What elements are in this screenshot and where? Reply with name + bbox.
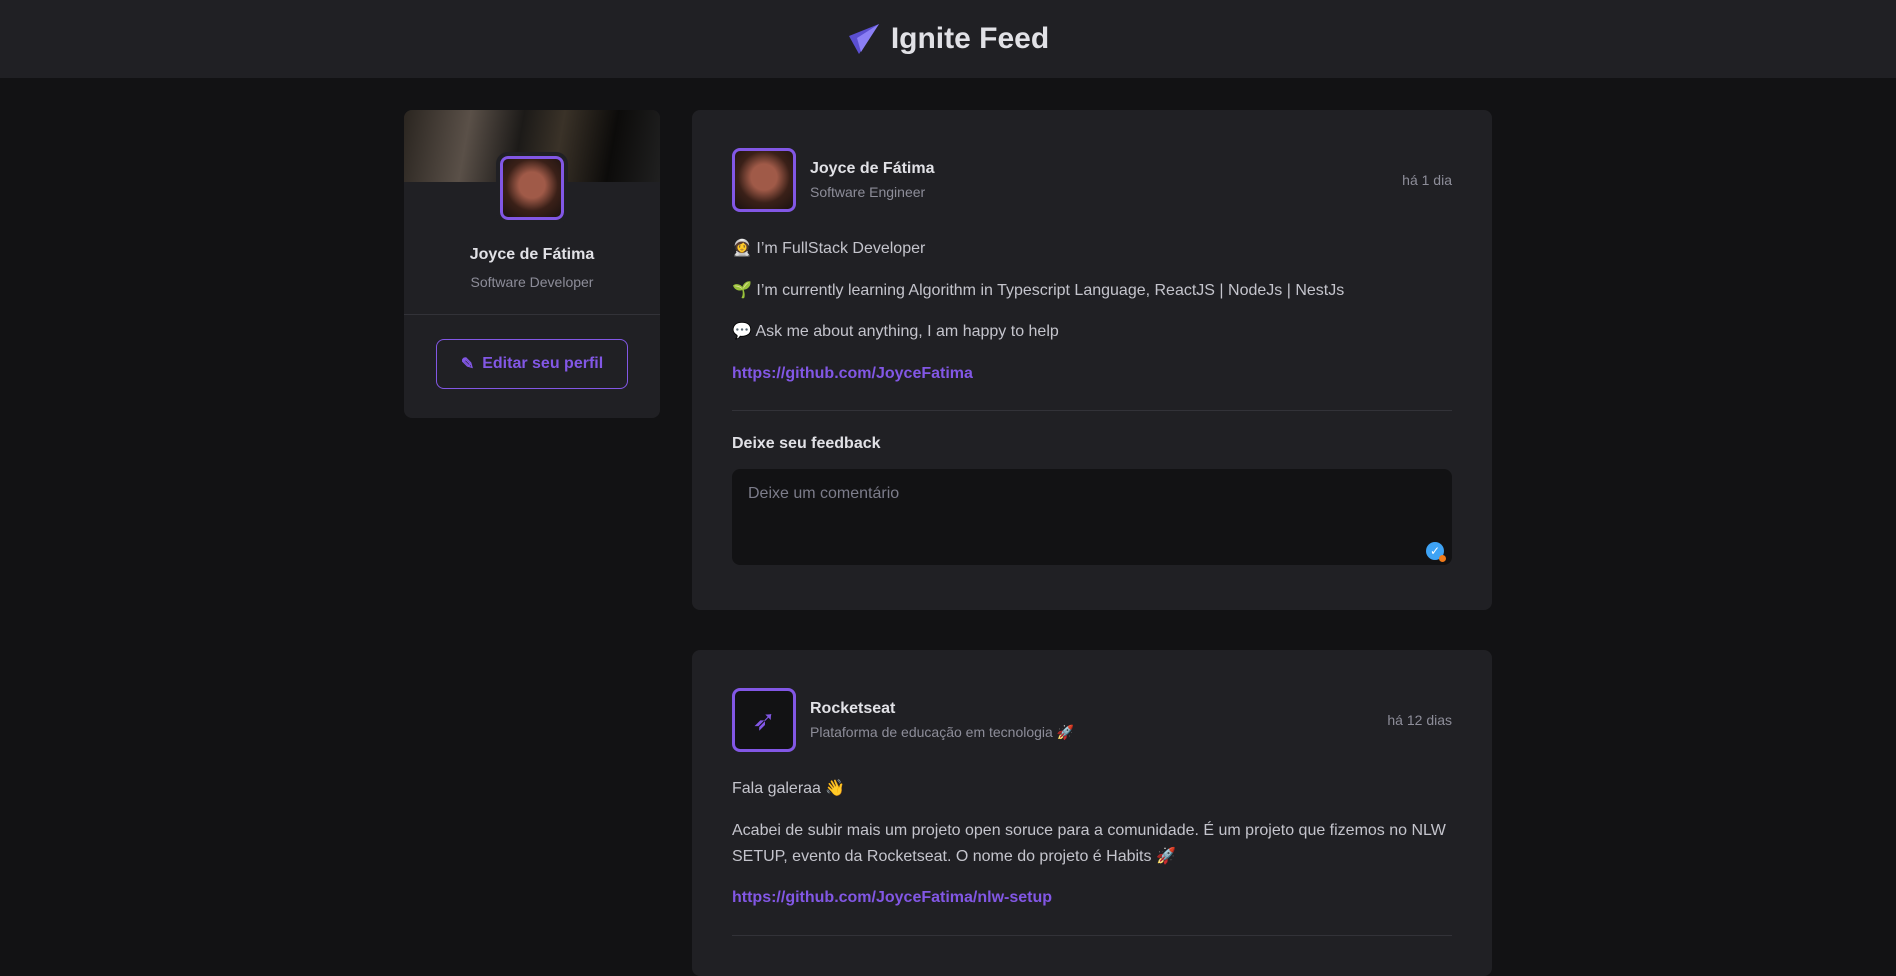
post-link[interactable]: https://github.com/JoyceFatima/nlw-setup: [732, 889, 1052, 906]
author-name: Rocketseat: [810, 699, 896, 717]
divider: [732, 410, 1452, 412]
post-time: há 12 dias: [1387, 712, 1452, 729]
content-line: 💬 Ask me about anything, I am happy to h…: [732, 323, 1059, 341]
pencil-icon: ✎: [460, 356, 475, 373]
profile-role: Software Developer: [470, 274, 594, 290]
divider: [732, 934, 1452, 936]
edit-profile-button[interactable]: ✎ Editar seu perfil: [436, 339, 628, 389]
ignite-logo-icon: [848, 24, 879, 54]
content-line: 👩‍🚀 I’m FullStack Developer: [732, 240, 926, 257]
author-role: Software Engineer: [810, 184, 926, 200]
post-content: 👩‍🚀 I’m FullStack Developer 🌱 I’m curren…: [732, 236, 1452, 386]
content-line: 🌱 I’m currently learning Algorithm in Ty…: [732, 281, 1345, 299]
feed: Joyce de Fátima Software Engineer há 1 d…: [692, 110, 1492, 976]
rocket-icon: ➶: [752, 704, 776, 736]
author-avatar[interactable]: [732, 148, 796, 212]
author-role: Plataforma de educação em tecnologia 🚀: [810, 723, 1075, 740]
app-header: Ignite Feed: [0, 0, 1896, 78]
post: ➶ Rocketseat Plataforma de educação em t…: [692, 650, 1492, 976]
content-line: Acabei de subir mais um projeto open sor…: [732, 821, 1446, 865]
divider: [404, 314, 660, 315]
edit-profile-label: Editar seu perfil: [482, 355, 604, 372]
post-link[interactable]: https://github.com/JoyceFatima: [732, 365, 973, 382]
profile-sidebar: Joyce de Fátima Software Developer ✎ Edi…: [404, 110, 660, 418]
comment-input[interactable]: [732, 469, 1452, 566]
post-time: há 1 dia: [1402, 172, 1452, 188]
profile-avatar[interactable]: [496, 152, 568, 224]
grammar-check-icon[interactable]: ✓: [1426, 542, 1446, 563]
feedback-title: Deixe seu feedback: [732, 435, 881, 453]
post: Joyce de Fátima Software Engineer há 1 d…: [692, 110, 1492, 611]
app-title: Ignite Feed: [890, 22, 1050, 55]
profile-name: Joyce de Fátima: [469, 246, 595, 263]
post-content: Fala galeraa 👋 Acabei de subir mais um p…: [732, 776, 1452, 910]
author-name: Joyce de Fátima: [810, 160, 935, 177]
rocketseat-avatar[interactable]: ➶: [732, 688, 796, 753]
content-line: Fala galeraa 👋: [732, 780, 846, 798]
